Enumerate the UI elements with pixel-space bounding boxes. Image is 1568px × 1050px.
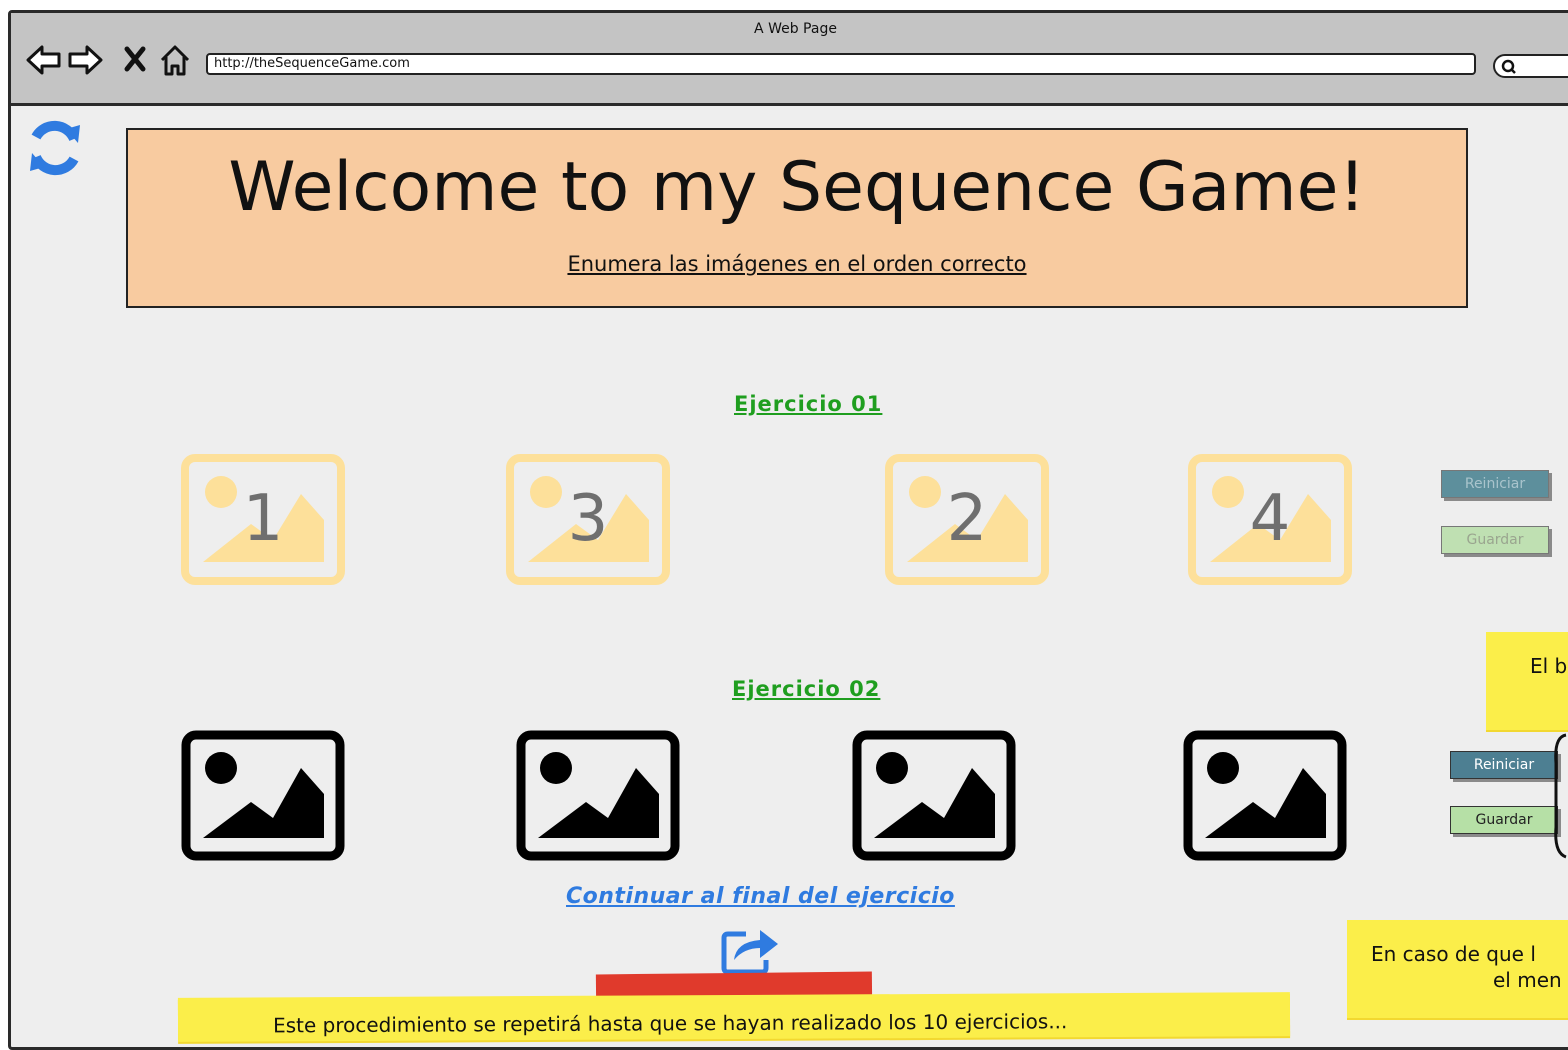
browser-chrome: A Web Page http://theSequenceGame.com — [11, 13, 1568, 106]
forward-arrow-icon[interactable] — [67, 43, 103, 81]
sticky-note-text: El b — [1530, 654, 1568, 678]
welcome-header: Welcome to my Sequence Game! Enumera las… — [126, 128, 1468, 308]
window-title: A Web Page — [754, 21, 837, 37]
exercise-01-save-button[interactable]: Guardar — [1441, 526, 1549, 554]
exercise-02-image-2[interactable] — [516, 730, 680, 861]
exercise-02-image-3[interactable] — [852, 730, 1016, 861]
sequence-number: 1 — [242, 482, 284, 556]
exercise-01-image-2[interactable]: 3 — [506, 454, 670, 585]
sticky-note-bottom: Este procedimiento se repetirá hasta que… — [177, 992, 1291, 1042]
close-x-icon[interactable] — [123, 46, 147, 76]
search-icon — [1501, 59, 1517, 79]
exercise-02-image-4[interactable] — [1183, 730, 1347, 861]
exercise-01-image-3[interactable]: 2 — [885, 454, 1049, 585]
annotation-bracket-icon — [1552, 733, 1568, 863]
sticky-note-text: En caso de que l — [1371, 942, 1536, 966]
exercise-01-title: Ejercicio 01 — [734, 392, 883, 416]
home-icon[interactable] — [159, 43, 191, 81]
exercise-02-title: Ejercicio 02 — [732, 677, 881, 701]
page-subtitle: Enumera las imágenes en el orden correct… — [567, 252, 1027, 276]
sticky-note-right-top: El b — [1486, 632, 1568, 730]
exercise-02-save-button[interactable]: Guardar — [1450, 806, 1558, 834]
sticky-note-right-bottom: En caso de que l el men — [1347, 920, 1568, 1018]
back-arrow-icon[interactable] — [26, 43, 62, 81]
refresh-icon[interactable] — [22, 115, 88, 185]
sticky-note-text: el men — [1493, 968, 1562, 992]
exercise-02-reset-button[interactable]: Reiniciar — [1450, 751, 1558, 779]
sequence-number: 2 — [946, 482, 988, 556]
exercise-01-reset-button[interactable]: Reiniciar — [1441, 470, 1549, 498]
sequence-number: 4 — [1249, 482, 1291, 556]
exercise-02-image-1[interactable] — [181, 730, 345, 861]
page-title: Welcome to my Sequence Game! — [228, 148, 1366, 227]
continue-link[interactable]: Continuar al final del ejercicio — [566, 884, 955, 909]
sticky-note-text: Este procedimiento se repetirá hasta que… — [272, 1009, 1068, 1038]
exercise-01-image-4[interactable]: 4 — [1188, 454, 1352, 585]
search-field[interactable] — [1493, 54, 1568, 78]
sequence-number: 3 — [567, 482, 609, 556]
exercise-01-image-1[interactable]: 1 — [181, 454, 345, 585]
url-bar[interactable]: http://theSequenceGame.com — [206, 53, 1476, 75]
share-arrow-icon[interactable] — [720, 924, 780, 980]
